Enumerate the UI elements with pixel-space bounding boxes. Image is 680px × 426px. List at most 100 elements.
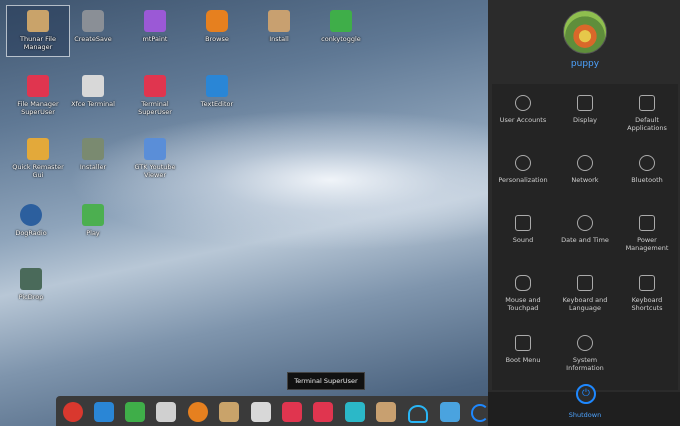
sfs-lock-icon bbox=[27, 138, 49, 160]
apps-icon[interactable] bbox=[125, 402, 145, 422]
info-icon bbox=[577, 335, 593, 351]
settings-network[interactable]: Network bbox=[554, 144, 616, 204]
youtube-icon bbox=[144, 138, 166, 160]
gear-icon bbox=[82, 10, 104, 32]
settings-sound[interactable]: Sound bbox=[492, 204, 554, 264]
terminal-icon[interactable] bbox=[251, 402, 271, 422]
settings-user-accounts[interactable]: User Accounts bbox=[492, 84, 554, 144]
desktop-icon-label: Terminal SuperUser bbox=[138, 100, 172, 116]
boot-menu-icon bbox=[515, 335, 531, 351]
desktop-icon-dogradio[interactable]: DogRadio bbox=[0, 200, 62, 237]
clock-icon bbox=[577, 215, 593, 231]
desktop-icon-label: Installer bbox=[79, 163, 107, 171]
settings-label: Personalization bbox=[498, 176, 548, 184]
power-icon[interactable]: ⏻ bbox=[576, 384, 596, 404]
play-icon bbox=[82, 204, 104, 226]
desktop-icon-thunar[interactable]: Thunar File Manager bbox=[6, 5, 70, 57]
folder-icon bbox=[27, 10, 49, 32]
user-icon bbox=[515, 95, 531, 111]
settings-date-time[interactable]: Date and Time bbox=[554, 204, 616, 264]
settings-label: Mouse and Touchpad bbox=[505, 296, 541, 312]
settings-label: Network bbox=[571, 176, 599, 184]
desktop-icon-label: TextEditor bbox=[200, 100, 234, 108]
settings-label: Date and Time bbox=[561, 236, 609, 244]
desktop-icon-play[interactable]: Play bbox=[62, 200, 124, 237]
drive-icon[interactable] bbox=[156, 402, 176, 422]
settings-label: Keyboard and Language bbox=[562, 296, 608, 312]
desktop-icon-install[interactable]: Install bbox=[248, 6, 310, 43]
desktop-icon-picdrop[interactable]: PicDrop bbox=[0, 264, 62, 301]
terminal-superuser-icon bbox=[144, 75, 166, 97]
desktop-icon-label: Browse bbox=[205, 35, 229, 43]
lightning-folder-icon bbox=[27, 75, 49, 97]
chart-icon[interactable] bbox=[440, 402, 460, 422]
desktop-icon-label: File Manager SuperUser bbox=[17, 100, 59, 116]
browser-icon bbox=[206, 10, 228, 32]
settings-label: Default Applications bbox=[627, 116, 667, 132]
desktop-icon-label: Thunar File Manager bbox=[20, 35, 56, 51]
settings-keyboard-language[interactable]: Keyboard and Language bbox=[554, 264, 616, 324]
desktop-icon-conkytoggle[interactable]: conkytoggle bbox=[310, 6, 372, 43]
keyboard-icon bbox=[577, 275, 593, 291]
avatar[interactable] bbox=[563, 10, 607, 54]
desktop-icon-file-manager-superuser[interactable]: File Manager SuperUser bbox=[7, 71, 69, 116]
folder-icon[interactable] bbox=[219, 402, 239, 422]
paint-brush-icon bbox=[144, 10, 166, 32]
desktop-icon-label: GTK Youtube Viewer bbox=[134, 163, 176, 179]
settings-grid: User Accounts Display Default Applicatio… bbox=[492, 84, 678, 390]
settings-default-applications[interactable]: Default Applications bbox=[616, 84, 678, 144]
desktop-icon-xfce-terminal[interactable]: Xfce Terminal bbox=[62, 71, 124, 108]
settings-power-management[interactable]: Power Management bbox=[616, 204, 678, 264]
browser-icon[interactable] bbox=[188, 402, 208, 422]
settings-system-information[interactable]: System Information bbox=[554, 324, 616, 384]
desktop-icon-label: CreateSave bbox=[74, 35, 112, 43]
username: puppy bbox=[570, 59, 600, 69]
shutdown-button[interactable]: Shutdown bbox=[550, 411, 620, 419]
settings-label: Keyboard Shortcuts bbox=[631, 296, 663, 312]
default-apps-icon bbox=[639, 95, 655, 111]
notes-icon[interactable] bbox=[345, 402, 365, 422]
desktop-icon-label: Quick Remaster Gui bbox=[12, 163, 64, 179]
desktop-icon-label: PicDrop bbox=[18, 293, 44, 301]
desktop: Thunar File Manager CreateSave mtPaint B… bbox=[0, 0, 488, 426]
desktop-icon-label: conkytoggle bbox=[321, 35, 361, 43]
loading-icon[interactable] bbox=[471, 404, 489, 422]
terminal-superuser-icon[interactable] bbox=[313, 402, 333, 422]
desktop-icon-installer[interactable]: Installer bbox=[62, 134, 124, 171]
battery-icon bbox=[639, 215, 655, 231]
settings-label: Sound bbox=[512, 236, 534, 244]
settings-label: Boot Menu bbox=[505, 356, 541, 364]
desktop-icon-browse[interactable]: Browse bbox=[186, 6, 248, 43]
desktop-icon-gtk-youtube[interactable]: GTK Youtube Viewer bbox=[124, 134, 186, 179]
settings-boot-menu[interactable]: Boot Menu bbox=[492, 324, 554, 384]
desktop-icon-mtpaint[interactable]: mtPaint bbox=[124, 6, 186, 43]
desktop-icon-label: Xfce Terminal bbox=[71, 100, 115, 108]
wifi-icon[interactable] bbox=[408, 405, 428, 423]
settings-mouse-touchpad[interactable]: Mouse and Touchpad bbox=[492, 264, 554, 324]
desktop-icon-texteditor[interactable]: TextEditor bbox=[186, 71, 248, 108]
lightning-folder-icon[interactable] bbox=[282, 402, 302, 422]
fn-key-icon bbox=[639, 275, 655, 291]
settings-label: User Accounts bbox=[499, 116, 547, 124]
settings-label: Bluetooth bbox=[631, 176, 663, 184]
speaker-icon bbox=[515, 215, 531, 231]
desktop-icon-terminal-superuser[interactable]: Terminal SuperUser bbox=[124, 71, 186, 116]
palette-icon bbox=[515, 155, 531, 171]
settings-display[interactable]: Display bbox=[554, 84, 616, 144]
settings-label: Display bbox=[573, 116, 597, 124]
terminal-icon bbox=[82, 75, 104, 97]
installer-icon bbox=[82, 138, 104, 160]
package-icon[interactable] bbox=[376, 402, 396, 422]
settings-personalization[interactable]: Personalization bbox=[492, 144, 554, 204]
desktop-icon-quick-remaster[interactable]: Quick Remaster Gui bbox=[7, 134, 69, 179]
pulse-icon bbox=[330, 10, 352, 32]
settings-label: Power Management bbox=[625, 236, 669, 252]
calendar-icon[interactable] bbox=[94, 402, 114, 422]
settings-bluetooth[interactable]: Bluetooth bbox=[616, 144, 678, 204]
desktop-icon-label: DogRadio bbox=[15, 229, 47, 237]
picture-icon bbox=[20, 268, 42, 290]
desktop-icon-label: Install bbox=[269, 35, 289, 43]
settings-keyboard-shortcuts[interactable]: Keyboard Shortcuts bbox=[616, 264, 678, 324]
desktop-icon-createsave[interactable]: CreateSave bbox=[62, 6, 124, 43]
rocket-icon[interactable] bbox=[63, 402, 83, 422]
